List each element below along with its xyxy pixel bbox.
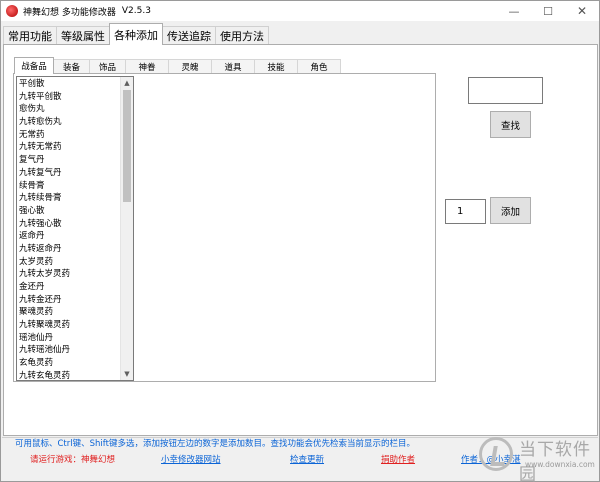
tab-common-functions[interactable]: 常用功能 — [3, 26, 57, 45]
list-item[interactable]: 平创散 — [19, 78, 119, 91]
find-button[interactable]: 查找 — [490, 111, 531, 138]
list-item[interactable]: 复气丹 — [19, 154, 119, 167]
subtab-items[interactable]: 道具 — [211, 59, 255, 74]
watermark-logo-icon — [479, 437, 513, 471]
subtab-divine-favor[interactable]: 神眷 — [125, 59, 169, 74]
list-item[interactable]: 聚魂灵药 — [19, 306, 119, 319]
list-item[interactable]: 金还丹 — [19, 281, 119, 294]
list-scrollbar[interactable]: ▲ ▼ — [120, 77, 133, 380]
subtab-consumables[interactable]: 战备品 — [14, 57, 54, 74]
site-link[interactable]: 小幸修改器网站 — [161, 453, 221, 465]
tab-add-items[interactable]: 各种添加 — [109, 23, 163, 45]
window-controls: — ☐ ✕ — [497, 1, 599, 21]
list-item[interactable]: 九转无常药 — [19, 141, 119, 154]
sub-tab-panel: 平创散 九转平创散 愈伤丸 九转愈伤丸 无常药 九转无常药 复气丹 九转复气丹 … — [13, 73, 436, 382]
list-item[interactable]: 强心散 — [19, 205, 119, 218]
main-tab-bar: 常用功能 等级属性 各种添加 传送追踪 使用方法 — [3, 23, 269, 45]
maximize-button[interactable]: ☐ — [531, 1, 565, 21]
tab-usage[interactable]: 使用方法 — [215, 26, 269, 45]
subtab-skills[interactable]: 技能 — [254, 59, 298, 74]
list-item[interactable]: 九转续骨膏 — [19, 192, 119, 205]
list-item[interactable]: 返命丹 — [19, 230, 119, 243]
list-item[interactable]: 九转玄龟灵药 — [19, 370, 119, 380]
tab-level-attributes[interactable]: 等级属性 — [56, 26, 110, 45]
donate-link[interactable]: 捐助作者 — [381, 453, 415, 465]
check-update-link[interactable]: 检查更新 — [290, 453, 324, 465]
app-logo-icon — [6, 5, 18, 17]
list-item[interactable]: 九转强心散 — [19, 218, 119, 231]
list-item[interactable]: 太岁灵药 — [19, 256, 119, 269]
app-window: 神舞幻想 多功能修改器 V2.5.3 — ☐ ✕ 常用功能 等级属性 各种添加 … — [0, 0, 600, 482]
list-item[interactable]: 九转太岁灵药 — [19, 268, 119, 281]
list-item[interactable]: 瑶池仙丹 — [19, 332, 119, 345]
window-title: 神舞幻想 多功能修改器 — [23, 7, 116, 18]
list-item[interactable]: 九转金还丹 — [19, 294, 119, 307]
minimize-button[interactable]: — — [497, 1, 531, 21]
list-item[interactable]: 九转返命丹 — [19, 243, 119, 256]
list-item[interactable]: 九转愈伤丸 — [19, 116, 119, 129]
list-item[interactable]: 九转瑶池仙丹 — [19, 344, 119, 357]
usage-hint: 可用鼠标、Ctrl键、Shift键多选，添加按钮左边的数字是添加数目。查找功能会… — [15, 439, 415, 449]
scroll-up-arrow-icon[interactable]: ▲ — [121, 77, 133, 89]
window-version: V2.5.3 — [121, 6, 151, 16]
watermark-text: 当下软件园 — [519, 440, 591, 482]
watermark-url: www.downxia.com — [525, 460, 595, 469]
list-item[interactable]: 续骨膏 — [19, 180, 119, 193]
quantity-input[interactable]: 1 — [445, 199, 486, 224]
add-button[interactable]: 添加 — [490, 197, 531, 224]
game-status-text: 请运行游戏：神舞幻想 — [30, 455, 116, 465]
sub-tab-bar: 战备品 装备 饰品 神眷 灵魄 道具 技能 角色 — [14, 57, 341, 74]
subtab-equipment[interactable]: 装备 — [53, 59, 90, 74]
subtab-accessories[interactable]: 饰品 — [89, 59, 126, 74]
tab-teleport-tracking[interactable]: 传送追踪 — [162, 26, 216, 45]
item-listbox[interactable]: 平创散 九转平创散 愈伤丸 九转愈伤丸 无常药 九转无常药 复气丹 九转复气丹 … — [16, 76, 134, 381]
list-item[interactable]: 九转聚魂灵药 — [19, 319, 119, 332]
search-input[interactable] — [468, 77, 543, 104]
item-list: 平创散 九转平创散 愈伤丸 九转愈伤丸 无常药 九转无常药 复气丹 九转复气丹 … — [19, 78, 119, 380]
scroll-down-arrow-icon[interactable]: ▼ — [121, 368, 133, 380]
subtab-characters[interactable]: 角色 — [297, 59, 341, 74]
list-item[interactable]: 玄龟灵药 — [19, 357, 119, 370]
list-item[interactable]: 九转复气丹 — [19, 167, 119, 180]
subtab-spirit-soul[interactable]: 灵魄 — [168, 59, 212, 74]
scroll-thumb[interactable] — [123, 90, 131, 202]
list-item[interactable]: 九转平创散 — [19, 91, 119, 104]
title-bar[interactable]: 神舞幻想 多功能修改器 V2.5.3 — ☐ ✕ — [1, 1, 599, 21]
list-item[interactable]: 无常药 — [19, 129, 119, 142]
watermark: 当下软件园 www.downxia.com — [479, 433, 599, 482]
list-item[interactable]: 愈伤丸 — [19, 103, 119, 116]
close-button[interactable]: ✕ — [565, 1, 599, 21]
